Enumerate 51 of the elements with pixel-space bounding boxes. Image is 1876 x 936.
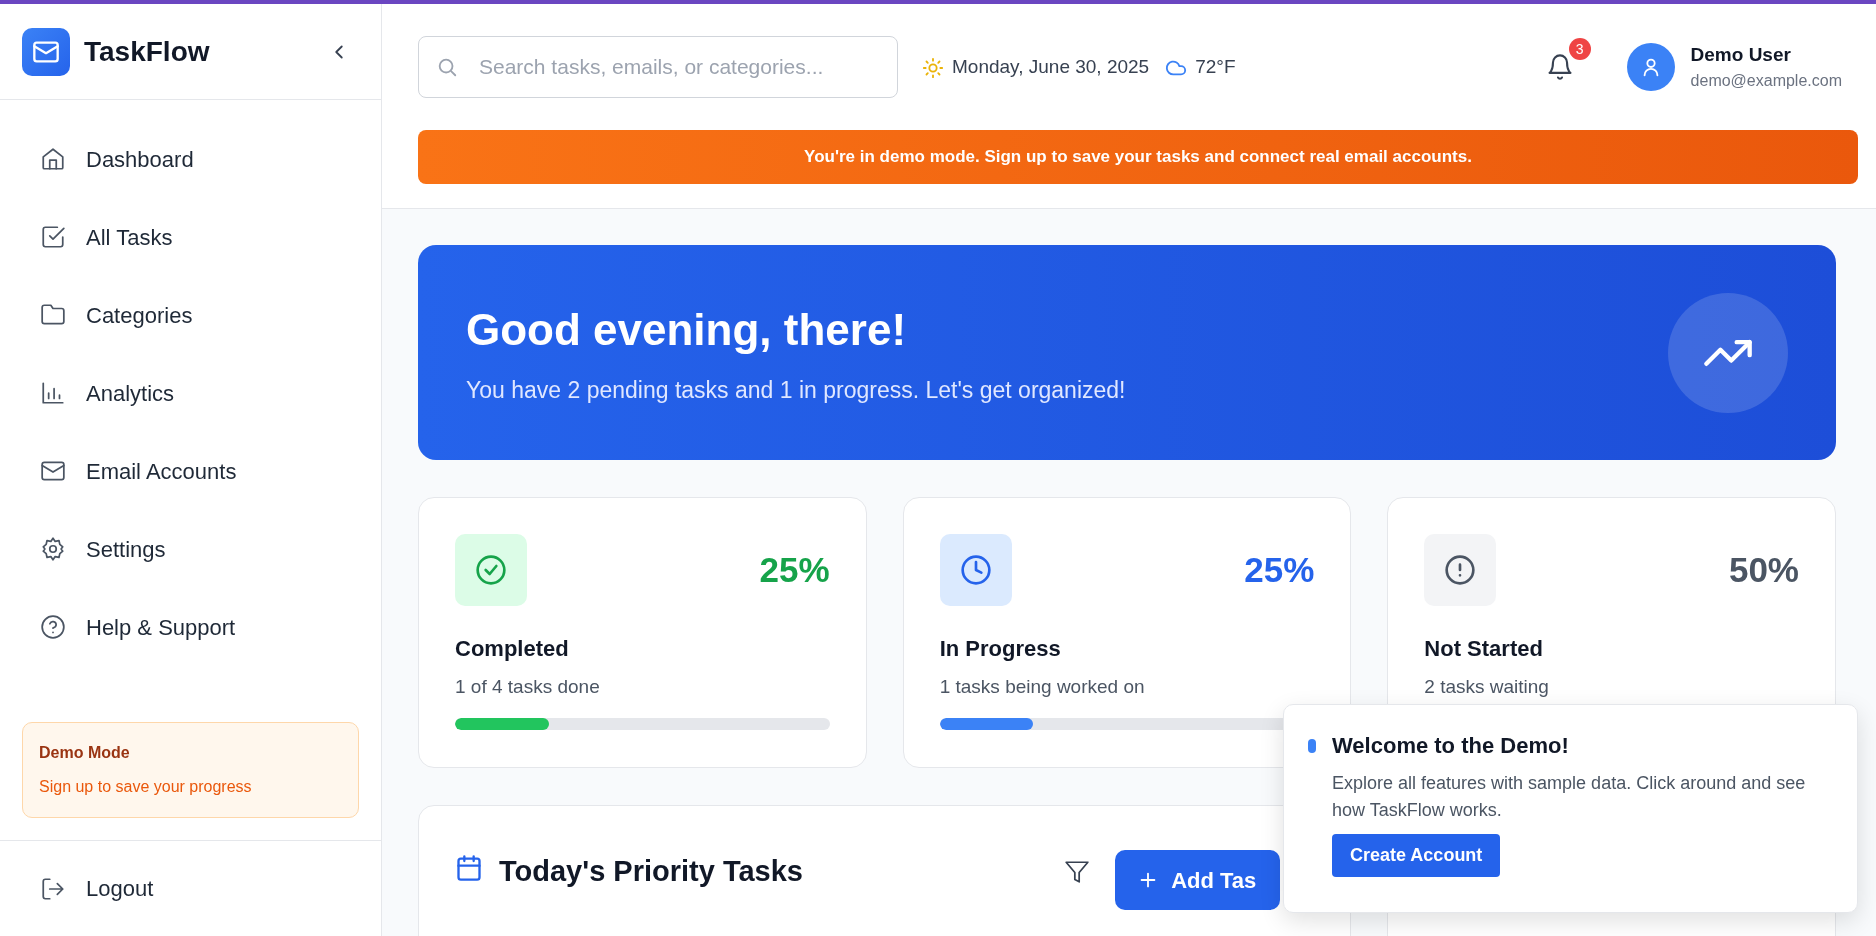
checkbox-icon (40, 224, 66, 250)
search-field[interactable]: Search tasks, emails, or categories... (418, 36, 898, 98)
stat-text: 1 of 4 tasks done (455, 675, 601, 699)
notification-count: 3 (1568, 38, 1591, 60)
stat-title: In Progress (939, 635, 1062, 663)
help-icon (40, 614, 66, 640)
folder-icon (40, 302, 66, 328)
logout-icon (40, 875, 66, 902)
alert-circle-icon (1444, 554, 1477, 586)
search-icon (436, 56, 458, 78)
toast-title: Welcome to the Demo! (1332, 732, 1570, 760)
sidebar-item[interactable]: All Tasks (0, 198, 381, 276)
sidebar-item[interactable]: Categories (0, 276, 381, 354)
sun-icon (922, 56, 944, 79)
stat-text: 2 tasks waiting (1424, 675, 1550, 699)
greeting-subtitle: You have 2 pending tasks and 1 in progress. Let's get organized! (466, 376, 1126, 406)
stat-percent: 25% (1244, 548, 1315, 591)
add-task-button[interactable]: Add Tas (1115, 850, 1281, 910)
filter-button[interactable] (1063, 858, 1092, 886)
temperature-text: 72°F (1195, 54, 1236, 79)
calendar-icon (455, 854, 483, 882)
home-icon (40, 146, 66, 172)
bar-chart-icon (40, 380, 66, 406)
avatar[interactable] (1626, 43, 1675, 91)
logout-link[interactable]: Logout (0, 849, 194, 928)
date-text: Monday, June 30, 2025 (952, 54, 1150, 79)
sidebar-item[interactable]: Email Accounts (0, 432, 381, 510)
stat-title: Not Started (1424, 635, 1544, 663)
priority-tasks-title: Today's Priority Tasks (499, 854, 803, 889)
user-name: Demo User (1690, 42, 1792, 67)
brand-name: TaskFlow (84, 34, 210, 69)
demo-mode-title: Demo Mode (39, 743, 131, 763)
create-account-button[interactable]: Create Account (1332, 834, 1501, 877)
toast-text: Explore all features with sample data. Click around and see how TaskFlow works. (1332, 772, 1807, 822)
check-circle-icon (475, 554, 507, 586)
settings-icon (40, 536, 66, 562)
user-email: demo@example.com (1690, 71, 1842, 92)
sidebar-item[interactable]: Help & Support (0, 588, 381, 666)
sidebar-item[interactable]: Settings (0, 510, 381, 588)
demo-mode-text: Sign up to save your progress (39, 777, 253, 797)
stat-text: 1 tasks being worked on (939, 675, 1146, 699)
sidebar-item[interactable]: Dashboard (0, 120, 381, 198)
demo-banner: You're in demo mode. Sign up to save your tasks and connect real email accounts. (418, 130, 1858, 184)
filter-icon (1064, 859, 1091, 885)
envelope-icon (40, 458, 66, 484)
sidebar-item[interactable]: Analytics (0, 354, 381, 432)
stat-percent: 25% (759, 548, 830, 591)
greeting-title: Good evening, there! (466, 304, 908, 357)
stat-title: Completed (455, 635, 570, 663)
stat-percent: 50% (1728, 548, 1799, 591)
clock-icon (959, 554, 992, 586)
